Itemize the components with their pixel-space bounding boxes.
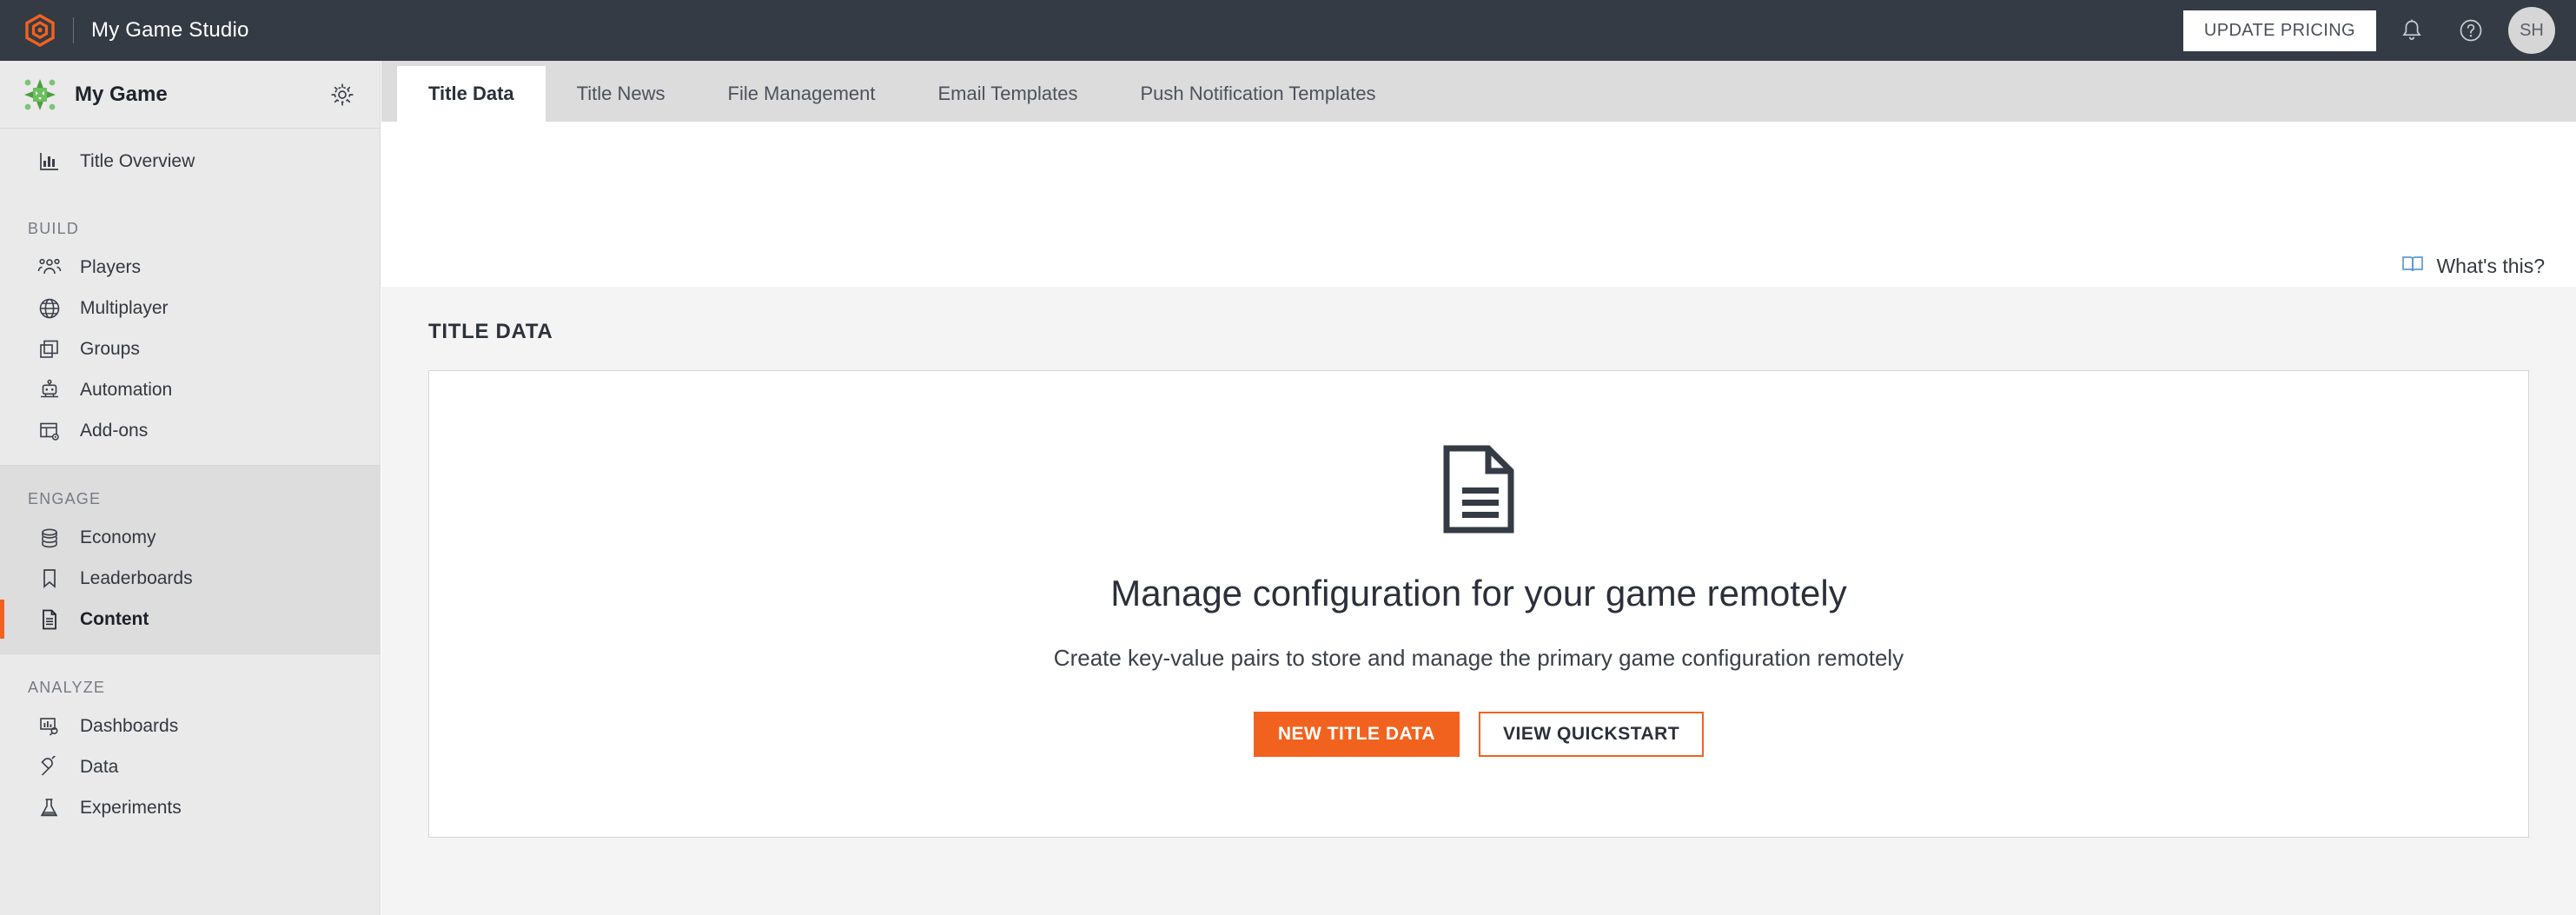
empty-state-card: Manage configuration for your game remot… <box>428 370 2529 838</box>
document-icon <box>35 607 64 633</box>
gear-icon[interactable] <box>328 80 357 109</box>
tab-file-management[interactable]: File Management <box>697 66 907 122</box>
tab-title-news[interactable]: Title News <box>546 66 697 122</box>
sidebar-item-label: Players <box>80 256 142 277</box>
page-title: TITLE DATA <box>428 320 553 343</box>
sidebar-item-groups[interactable]: Groups <box>0 328 380 369</box>
document-lines-icon <box>1440 444 1518 534</box>
sidebar-item-label: Dashboards <box>80 715 179 736</box>
sidebar-group-label-analyze: ANALYZE <box>28 679 106 696</box>
tab-push-notification-templates[interactable]: Push Notification Templates <box>1109 66 1407 122</box>
coins-stack-icon <box>35 525 64 551</box>
sidebar-item-label: Economy <box>80 527 156 547</box>
top-bar-actions: UPDATE PRICING SH <box>2182 7 2576 54</box>
sidebar-group-label-build: BUILD <box>28 220 80 237</box>
flask-icon <box>35 795 64 821</box>
people-icon <box>35 255 64 281</box>
sidebar-item-content[interactable]: Content <box>0 599 380 640</box>
playfab-hexagon-logo-icon[interactable] <box>23 13 57 48</box>
sidebar-item-label: Content <box>80 608 149 629</box>
bell-icon[interactable] <box>2388 7 2435 54</box>
table-gear-icon <box>35 418 64 444</box>
bar-chart-icon <box>35 149 64 175</box>
sidebar-item-label: Experiments <box>80 797 182 818</box>
sidebar-item-economy[interactable]: Economy <box>0 517 380 558</box>
empty-state-heading: Manage configuration for your game remot… <box>1110 573 1847 613</box>
sidebar-item-dashboards[interactable]: Dashboards <box>0 706 380 746</box>
sidebar-game-header: My Game <box>0 61 380 129</box>
sidebar: My Game Title Overview BUILD Players Mul… <box>0 61 381 915</box>
help-circle-icon[interactable] <box>2447 7 2494 54</box>
sidebar-group-build: BUILD Players Multiplayer Groups Automat… <box>0 196 380 465</box>
game-name: My Game <box>75 82 168 106</box>
sidebar-item-label: Multiplayer <box>80 297 169 318</box>
sidebar-group-label-engage: ENGAGE <box>28 490 102 507</box>
tab-strip: Title Data Title News File Management Em… <box>381 61 2576 287</box>
sidebar-item-add-ons[interactable]: Add-ons <box>0 410 380 451</box>
sidebar-group-analyze: ANALYZE Dashboards Data Experiments <box>0 654 380 842</box>
book-icon <box>2401 255 2424 278</box>
sidebar-group-overview: Title Overview <box>0 129 380 196</box>
sidebar-item-label: Add-ons <box>80 420 149 441</box>
sidebar-item-title-overview[interactable]: Title Overview <box>0 141 380 182</box>
tab-list: Title Data Title News File Management Em… <box>397 66 1407 122</box>
brand-divider <box>73 17 74 43</box>
main-content: Title Data Title News File Management Em… <box>381 61 2576 915</box>
top-bar: My Game Studio UPDATE PRICING SH <box>0 0 2576 61</box>
avatar[interactable]: SH <box>2508 7 2555 54</box>
update-pricing-button[interactable]: UPDATE PRICING <box>2182 10 2376 51</box>
empty-state-actions: NEW TITLE DATA VIEW QUICKSTART <box>1253 711 1705 757</box>
sidebar-item-label: Leaderboards <box>80 567 193 588</box>
globe-icon <box>35 295 64 322</box>
title-data-panel: TITLE DATA Manage configuration for your… <box>381 287 2576 838</box>
empty-state-description: Create key-value pairs to store and mana… <box>1053 645 1904 671</box>
sidebar-item-label: Groups <box>80 338 140 359</box>
sidebar-item-players[interactable]: Players <box>0 247 380 288</box>
robot-icon <box>35 377 64 403</box>
sidebar-item-label: Data <box>80 756 119 777</box>
studio-title: My Game Studio <box>91 18 249 42</box>
tab-title-data[interactable]: Title Data <box>397 66 546 122</box>
sidebar-item-leaderboards[interactable]: Leaderboards <box>0 558 380 599</box>
new-title-data-button[interactable]: NEW TITLE DATA <box>1253 711 1460 757</box>
stacked-squares-icon <box>35 336 64 362</box>
dashboard-search-icon <box>35 713 64 739</box>
plug-icon <box>35 754 64 780</box>
sidebar-item-label: Title Overview <box>80 150 195 171</box>
whats-this-link[interactable]: What's this? <box>2401 255 2545 278</box>
sidebar-group-engage: ENGAGE Economy Leaderboards Content <box>0 466 380 653</box>
sidebar-item-data[interactable]: Data <box>0 746 380 787</box>
sidebar-item-multiplayer[interactable]: Multiplayer <box>0 288 380 328</box>
bookmark-icon <box>35 566 64 592</box>
sidebar-item-experiments[interactable]: Experiments <box>0 787 380 828</box>
view-quickstart-button[interactable]: VIEW QUICKSTART <box>1479 711 1705 757</box>
green-game-badge-icon <box>21 76 59 114</box>
tab-email-templates[interactable]: Email Templates <box>906 66 1109 122</box>
sidebar-item-automation[interactable]: Automation <box>0 369 380 410</box>
sidebar-item-label: Automation <box>80 379 173 400</box>
whats-this-label: What's this? <box>2436 255 2545 277</box>
